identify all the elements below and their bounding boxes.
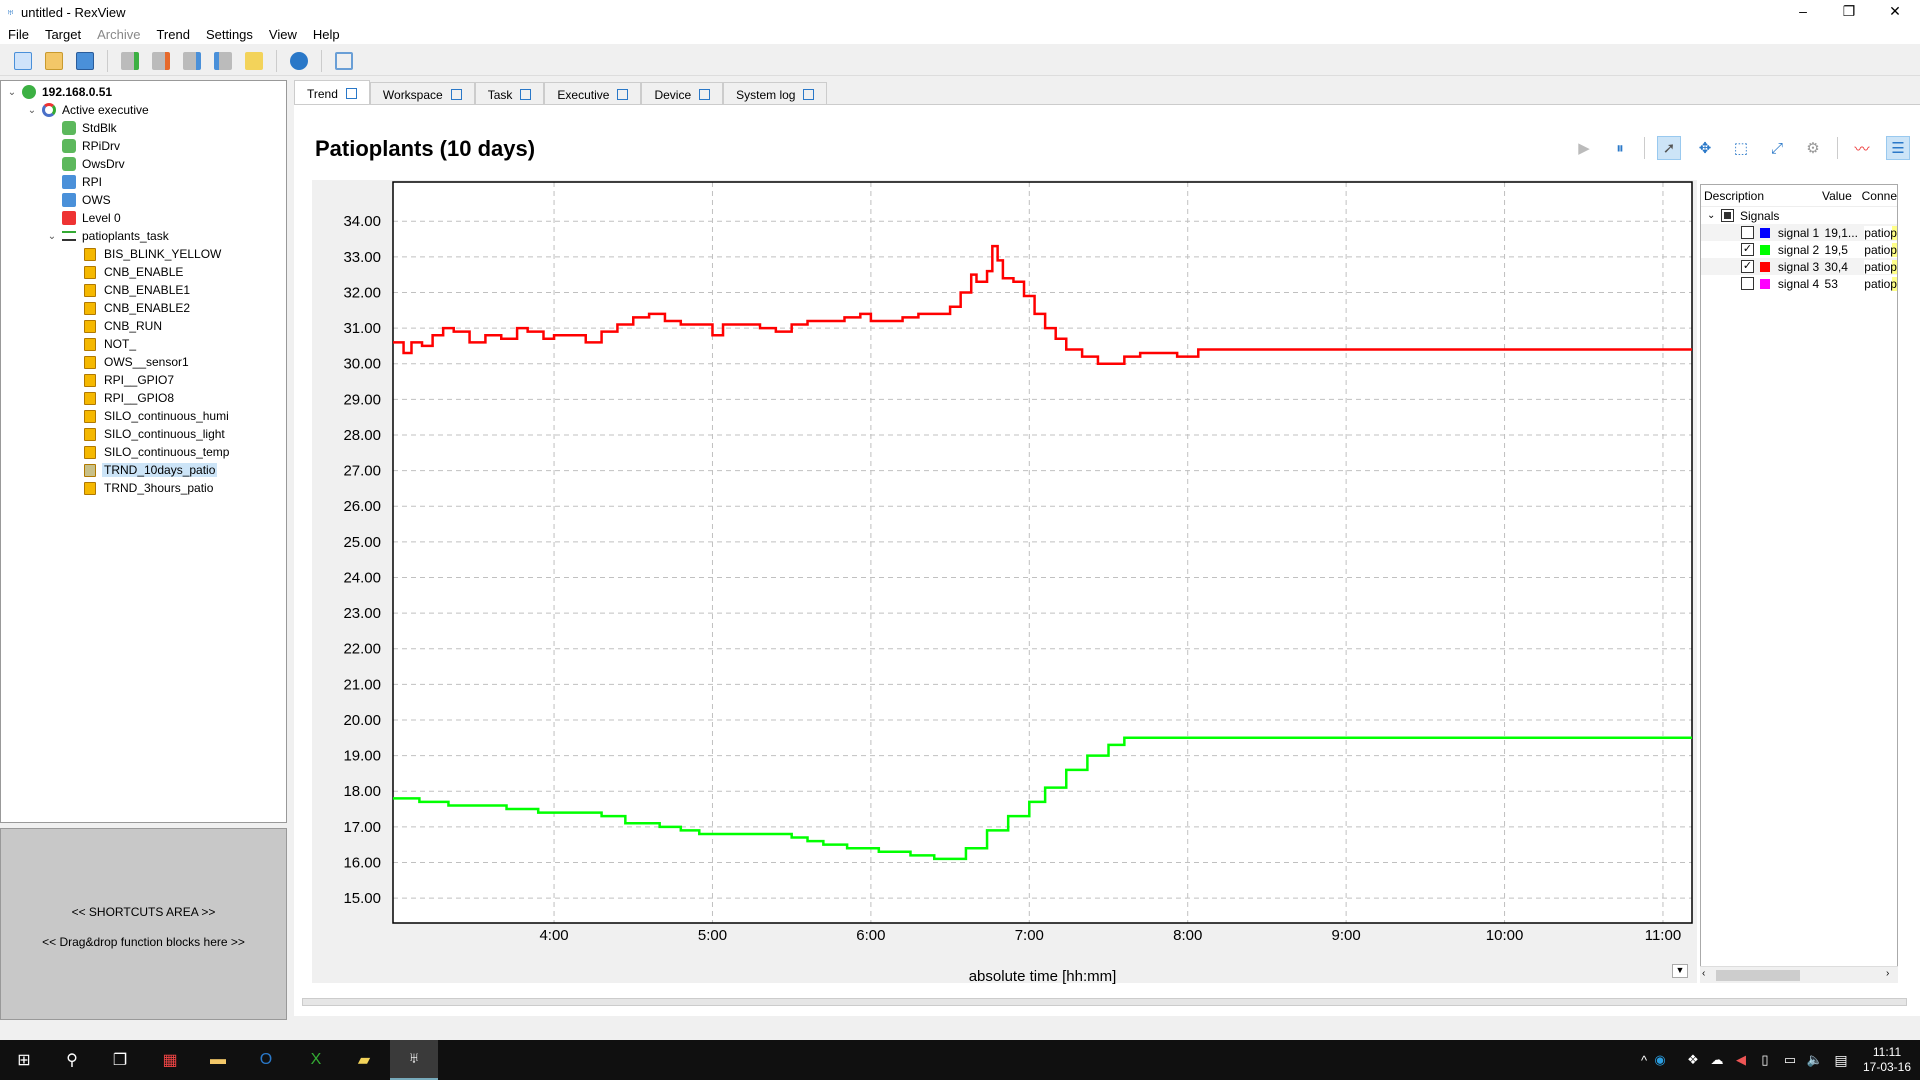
x-tick-label: 5:00: [698, 927, 727, 944]
signal-value: 19,1...: [1824, 225, 1858, 240]
y-tick-label: 34.00: [343, 213, 381, 230]
rexview-taskbar-icon[interactable]: ♅: [390, 1040, 438, 1080]
signal-checkbox[interactable]: [1741, 226, 1754, 239]
content-scrollbar[interactable]: [302, 998, 1907, 1006]
y-tick-label: 18.00: [343, 783, 381, 800]
chevron-down-icon[interactable]: ⌄: [1707, 210, 1721, 221]
clock-date: 17-03-16: [1862, 1060, 1912, 1074]
y-tick-label: 27.00: [343, 463, 381, 480]
y-tick-label: 33.00: [343, 249, 381, 266]
signal-connection: patiop: [1864, 242, 1897, 257]
col-connection[interactable]: Conne: [1862, 189, 1897, 203]
signal-connection: patiop: [1864, 276, 1897, 291]
signal-name: signal 2: [1777, 242, 1820, 257]
x-tick-label: 9:00: [1332, 927, 1361, 944]
chart-options-dropdown[interactable]: ▼: [1672, 964, 1688, 978]
legend-row[interactable]: signal 4 53 patiop: [1701, 275, 1897, 292]
y-tick-label: 15.00: [343, 890, 381, 907]
signal-name: signal 4: [1777, 276, 1820, 291]
y-tick-label: 29.00: [343, 391, 381, 408]
legend-row[interactable]: ✓ signal 2 19,5 patiop: [1701, 241, 1897, 258]
col-description[interactable]: Description: [1701, 189, 1822, 203]
signal-checkbox[interactable]: ✓: [1741, 243, 1754, 256]
signal-value: 30,4: [1824, 259, 1848, 274]
legend-scrollbar[interactable]: ‹ ›: [1700, 966, 1898, 983]
search-icon[interactable]: ⚲: [48, 1040, 96, 1080]
scroll-right-icon[interactable]: ›: [1886, 968, 1889, 979]
signal-checkbox[interactable]: [1741, 277, 1754, 290]
signal-legend: Description Value Conne ⌄ Signals signal…: [1700, 184, 1898, 983]
clock-time: 11:11: [1872, 1045, 1902, 1059]
signal-name: signal 3: [1777, 259, 1820, 274]
excel-icon[interactable]: X: [292, 1040, 340, 1080]
y-tick-label: 16.00: [343, 854, 381, 871]
legend-group[interactable]: ⌄ Signals: [1701, 207, 1897, 224]
y-tick-label: 19.00: [343, 748, 381, 765]
signal-value: 53: [1824, 276, 1838, 291]
clock[interactable]: 11:11 17-03-16: [1862, 1045, 1912, 1075]
col-value[interactable]: Value: [1822, 189, 1862, 203]
x-tick-label: 4:00: [539, 927, 568, 944]
sync-icon[interactable]: ◉: [1645, 1040, 1675, 1080]
x-tick-label: 6:00: [856, 927, 885, 944]
trend-chart[interactable]: 15.00 16.00 17.00 18.00 19.00 20.00 21.00 22.00…: [0, 0, 1920, 1080]
explorer-icon[interactable]: ▬: [194, 1040, 242, 1080]
notifications-icon[interactable]: ▤: [1826, 1040, 1856, 1080]
taskbar: ⊞ ⚲ ❐ ▦ ▬ O X ▰ ♅ ^ ◉ ❖ ☁ ◀ ▯ ▭ 🔈 ▤ 11:1…: [0, 1040, 1920, 1080]
y-tick-label: 21.00: [343, 676, 381, 693]
x-tick-label: 10:00: [1486, 927, 1524, 944]
scroll-left-icon[interactable]: ‹: [1702, 968, 1705, 979]
signal-connection: patiop: [1864, 225, 1897, 240]
outlook-icon[interactable]: O: [242, 1040, 290, 1080]
y-tick-label: 24.00: [343, 569, 381, 586]
signal-value: 19,5: [1824, 242, 1848, 257]
x-tick-label: 7:00: [1015, 927, 1044, 944]
y-tick-label: 30.00: [343, 356, 381, 373]
y-tick-label: 17.00: [343, 819, 381, 836]
store-icon[interactable]: ▦: [146, 1040, 194, 1080]
color-swatch: [1759, 227, 1770, 238]
signal-name: signal 1: [1777, 225, 1820, 240]
y-tick-label: 25.00: [343, 534, 381, 551]
legend-row[interactable]: signal 1 19,1... patiop: [1701, 224, 1897, 241]
x-tick-label: 8:00: [1173, 927, 1202, 944]
signal-checkbox[interactable]: ✓: [1741, 260, 1754, 273]
y-tick-label: 23.00: [343, 605, 381, 622]
color-swatch: [1759, 261, 1770, 272]
group-checkbox[interactable]: [1721, 209, 1734, 222]
legend-row[interactable]: ✓ signal 3 30,4 patiop: [1701, 258, 1897, 275]
color-swatch: [1759, 244, 1770, 255]
folder-icon[interactable]: ▰: [340, 1040, 388, 1080]
y-tick-label: 20.00: [343, 712, 381, 729]
y-tick-label: 26.00: [343, 498, 381, 515]
y-tick-label: 32.00: [343, 284, 381, 301]
color-swatch: [1759, 278, 1770, 289]
x-tick-label: 11:00: [1645, 927, 1681, 944]
scroll-thumb[interactable]: [1716, 970, 1800, 981]
start-icon[interactable]: ⊞: [0, 1040, 48, 1080]
y-tick-label: 22.00: [343, 641, 381, 658]
task-view-icon[interactable]: ❐: [96, 1040, 144, 1080]
group-label: Signals: [1740, 208, 1780, 223]
y-tick-label: 28.00: [343, 427, 381, 444]
x-axis-label: absolute time [hh:mm]: [969, 968, 1117, 985]
signal-connection: patiop: [1864, 259, 1897, 274]
y-tick-label: 31.00: [343, 320, 381, 337]
